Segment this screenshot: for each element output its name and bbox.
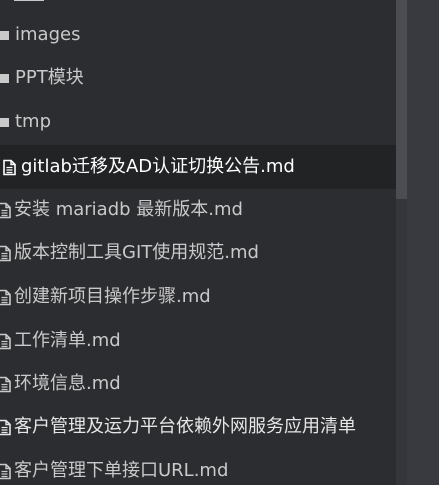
tree-item-folder-ppt[interactable]: PPT模块 bbox=[0, 56, 396, 100]
tree-item-label: 创建新项目操作步骤.md bbox=[14, 286, 211, 307]
tree-item-folder-tmp[interactable]: tmp bbox=[0, 100, 396, 144]
tree-item-label: 客户管理及运力平台依赖外网服务应用清单 bbox=[14, 416, 356, 437]
sidebar-scrollbar-thumb[interactable] bbox=[396, 0, 407, 199]
tree-item-file-gitlab-announcement[interactable]: gitlab迁移及AD认证切换公告.md bbox=[0, 145, 396, 189]
cut-off-text-fragment bbox=[14, 0, 50, 2]
tree-item-label: 工作清单.md bbox=[14, 330, 121, 351]
file-document-icon bbox=[0, 333, 11, 350]
tree-item-label: gitlab迁移及AD认证切换公告.md bbox=[21, 156, 295, 177]
tree-item-label: 版本控制工具GIT使用规范.md bbox=[14, 242, 259, 263]
tree-item-label: tmp bbox=[15, 111, 52, 132]
file-document-icon bbox=[2, 159, 17, 176]
tree-item-file-env-info[interactable]: 环境信息.md bbox=[0, 362, 396, 406]
editor-pane-edge bbox=[407, 0, 439, 485]
tree-item-label: 客户管理下单接口URL.md bbox=[14, 460, 229, 481]
tree-item-folder-images[interactable]: images bbox=[0, 13, 396, 57]
tree-item-file-external-services[interactable]: 客户管理及运力平台依赖外网服务应用清单 bbox=[0, 405, 396, 449]
folder-icon bbox=[0, 30, 9, 40]
file-document-icon bbox=[0, 245, 11, 262]
tree-item-label: 安装 mariadb 最新版本.md bbox=[14, 199, 243, 220]
file-document-icon bbox=[0, 463, 11, 480]
tree-item-label: 环境信息.md bbox=[14, 373, 121, 394]
file-document-icon bbox=[0, 376, 11, 393]
tree-item-file-git-guidelines[interactable]: 版本控制工具GIT使用规范.md bbox=[0, 231, 396, 275]
tree-item-file-work-list[interactable]: 工作清单.md bbox=[0, 319, 396, 363]
folder-icon bbox=[0, 117, 9, 127]
folder-icon bbox=[0, 73, 9, 83]
file-document-icon bbox=[0, 202, 11, 219]
file-tree-sidebar: images PPT模块 tmp gitlab迁移及AD认证切换公告.md 安装… bbox=[0, 0, 396, 485]
tree-item-file-order-api-url[interactable]: 客户管理下单接口URL.md bbox=[0, 449, 396, 485]
tree-item-label: images bbox=[15, 24, 81, 45]
cut-off-tree-item[interactable] bbox=[0, 0, 396, 4]
file-document-icon bbox=[0, 419, 11, 436]
tree-item-label: PPT模块 bbox=[15, 67, 84, 88]
tree-item-file-new-project-steps[interactable]: 创建新项目操作步骤.md bbox=[0, 275, 396, 319]
sidebar-scrollbar-track[interactable] bbox=[396, 0, 407, 485]
file-document-icon bbox=[0, 289, 11, 306]
tree-item-file-install-mariadb[interactable]: 安装 mariadb 最新版本.md bbox=[0, 188, 396, 232]
